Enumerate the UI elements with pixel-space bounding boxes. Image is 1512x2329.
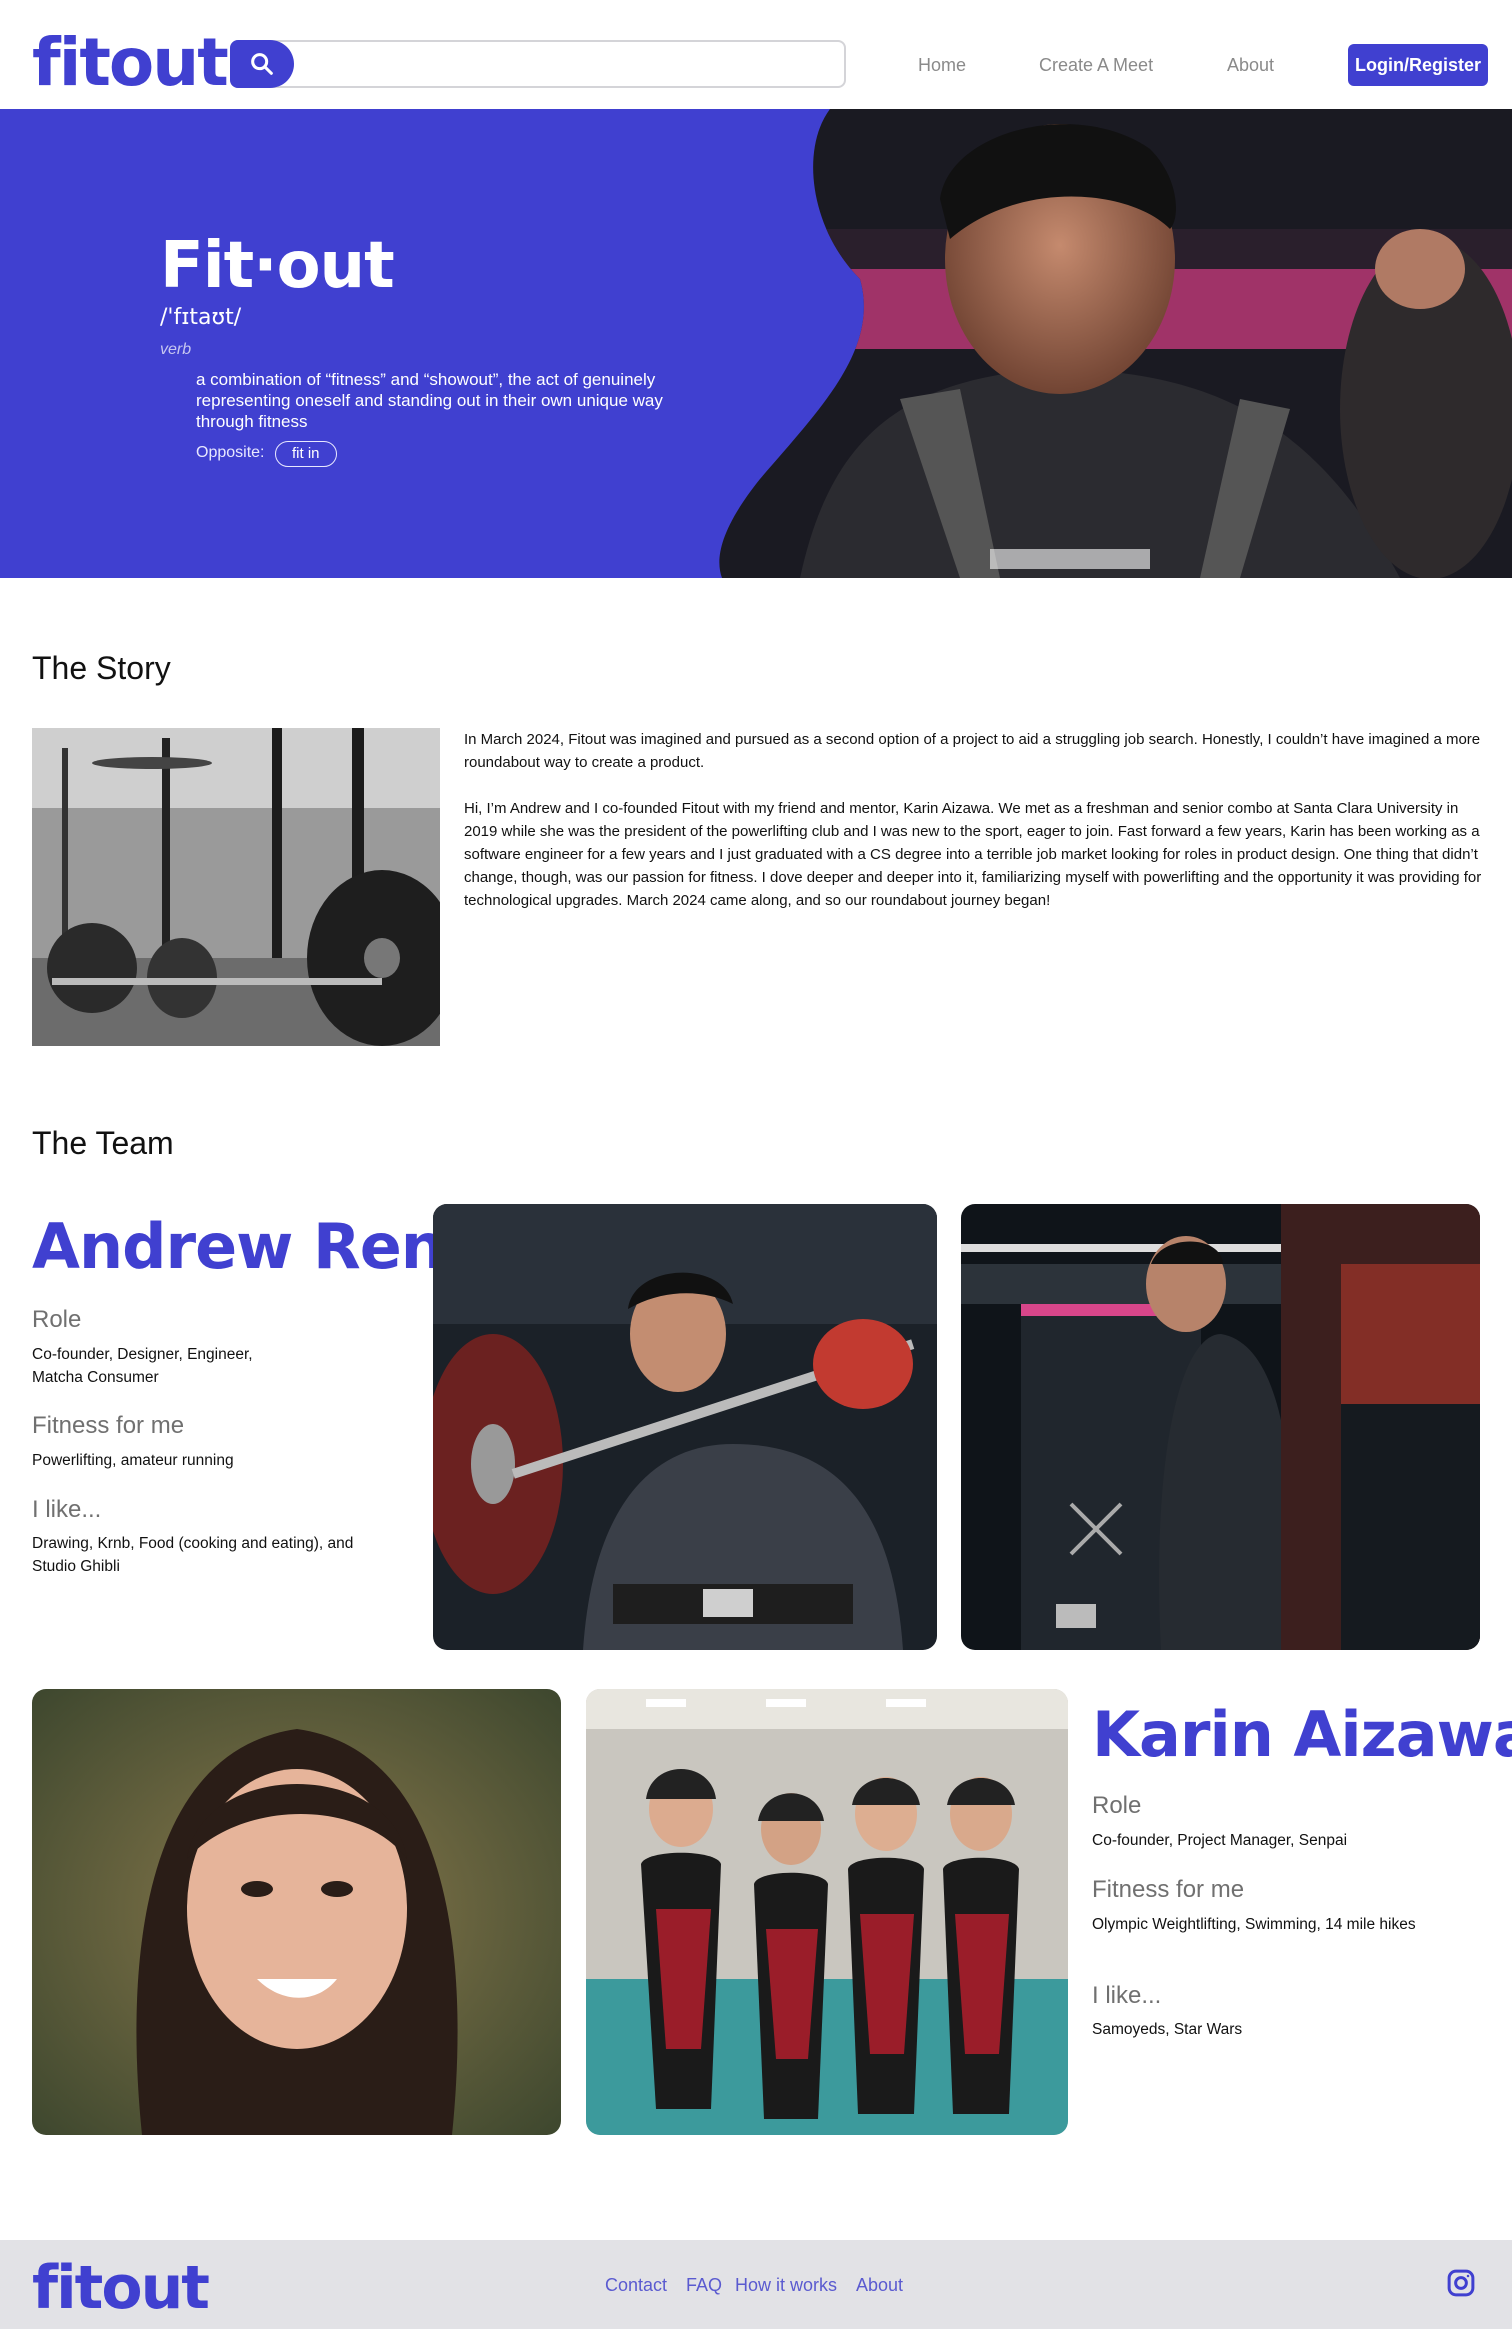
story-paragraph: Hi, I’m Andrew and I co-founded Fitout w… bbox=[464, 800, 1482, 909]
story-title: The Story bbox=[32, 650, 171, 686]
footer-link-contact[interactable]: Contact bbox=[605, 2275, 667, 2296]
fitness-heading: Fitness for me bbox=[1092, 1876, 1245, 1903]
likes-heading: I like... bbox=[32, 1496, 102, 1523]
hero-banner: Fit·out /'fɪtaʊt/ verb a combination of … bbox=[0, 109, 1512, 578]
nav-home[interactable]: Home bbox=[918, 55, 966, 76]
andrew-lifting-photo bbox=[433, 1204, 937, 1650]
story-paragraph: In March 2024, Fitout was imagined and p… bbox=[464, 731, 1481, 771]
search-bar bbox=[230, 40, 846, 88]
hero-part-of-speech: verb bbox=[160, 341, 192, 358]
site-footer: fitout Contact FAQ How it works About bbox=[0, 2240, 1512, 2329]
nav-create-a-meet[interactable]: Create A Meet bbox=[1039, 55, 1153, 76]
role-text: Co-founder, Designer, Engineer, Matcha C… bbox=[32, 1346, 253, 1386]
footer-link-faq[interactable]: FAQ bbox=[686, 2275, 722, 2296]
footer-link-how-it-works[interactable]: How it works bbox=[735, 2275, 837, 2296]
karin-portrait-photo bbox=[32, 1689, 561, 2135]
search-icon bbox=[251, 53, 273, 75]
site-header: fitout Home Create A Meet About Login/Re… bbox=[0, 0, 1512, 109]
fitness-text: Powerlifting, amateur running bbox=[32, 1452, 234, 1469]
role-heading: Role bbox=[1092, 1792, 1142, 1819]
login-register-button[interactable]: Login/Register bbox=[1348, 44, 1488, 86]
fitness-text: Olympic Weightlifting, Swimming, 14 mile… bbox=[1092, 1916, 1416, 1933]
story-text: In March 2024, Fitout was imagined and p… bbox=[464, 728, 1484, 912]
footer-link-about[interactable]: About bbox=[856, 2275, 903, 2296]
role-heading: Role bbox=[32, 1306, 82, 1333]
search-input[interactable] bbox=[302, 42, 834, 86]
hero-opposite-chip: fit in bbox=[275, 441, 337, 467]
likes-text: Samoyeds, Star Wars bbox=[1092, 2021, 1243, 2038]
search-button[interactable] bbox=[230, 40, 294, 88]
hero-definition: a combination of “fitness” and “showout”… bbox=[196, 370, 663, 431]
hero-word: Fit·out bbox=[160, 229, 395, 303]
likes-heading: I like... bbox=[1092, 1982, 1162, 2009]
footer-logo[interactable]: fitout bbox=[32, 2258, 210, 2318]
karin-swim-team-photo bbox=[586, 1689, 1068, 2135]
andrew-gym-photo bbox=[961, 1204, 1480, 1650]
instagram-icon[interactable] bbox=[1446, 2268, 1476, 2298]
nav-about[interactable]: About bbox=[1227, 55, 1274, 76]
likes-text: Drawing, Krnb, Food (cooking and eating)… bbox=[32, 1535, 354, 1575]
team-title: The Team bbox=[32, 1125, 174, 1161]
hero-athlete-photo bbox=[719, 109, 1512, 578]
member-name-andrew: Andrew Ren bbox=[32, 1210, 445, 1283]
role-text: Co-founder, Project Manager, Senpai bbox=[1092, 1832, 1348, 1849]
member-name-karin: Karin Aizawa bbox=[1092, 1698, 1512, 1771]
fitness-heading: Fitness for me bbox=[32, 1412, 185, 1439]
hero-phonetic: /'fɪtaʊt/ bbox=[160, 305, 242, 330]
gym-photo bbox=[32, 728, 440, 1046]
hero-opposite-label: Opposite: bbox=[196, 444, 265, 461]
site-logo[interactable]: fitout bbox=[32, 30, 229, 96]
